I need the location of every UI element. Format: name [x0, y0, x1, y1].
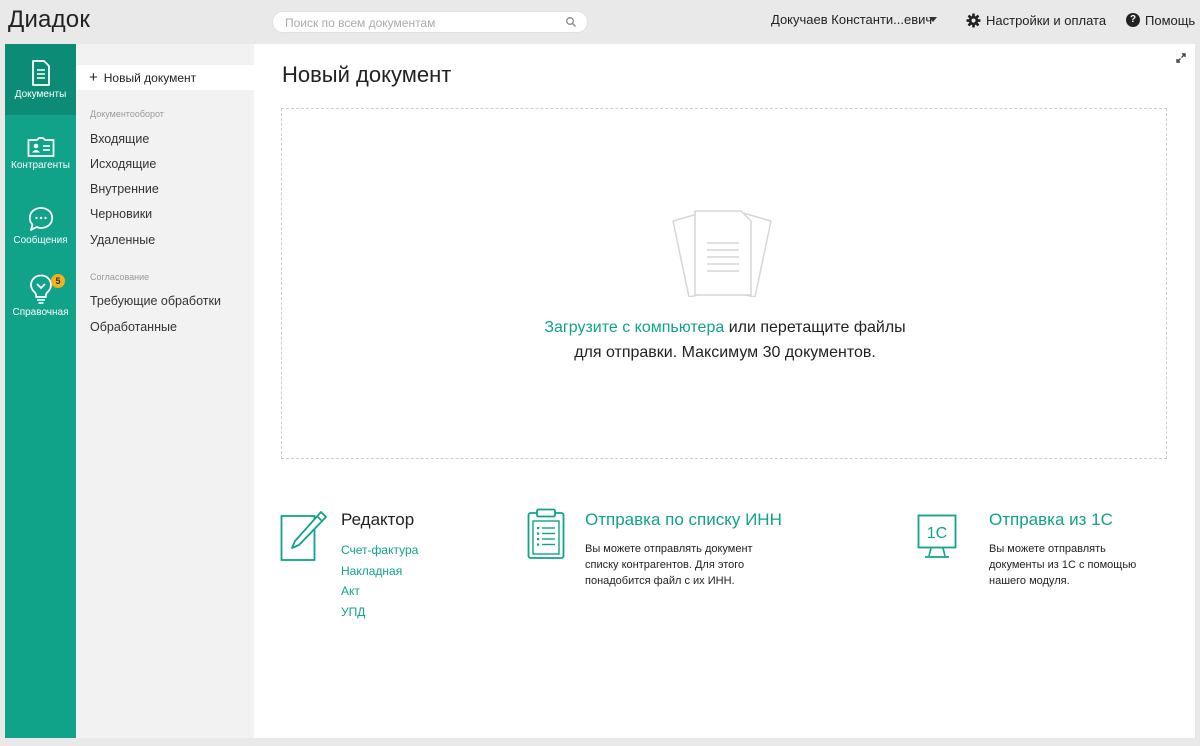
contact-card-icon [27, 137, 54, 157]
documents-stack-icon [672, 210, 772, 297]
nav-item-incoming[interactable]: Входящие [90, 132, 149, 146]
notification-badge: 5 [51, 274, 65, 288]
inn-desc-line: понадобится файл с их ИНН. [585, 575, 735, 587]
search-input[interactable]: Поиск по всем документам [272, 11, 588, 33]
nav-item-requires-processing[interactable]: Требующие обработки [90, 294, 221, 308]
inn-desc-line: списку контрагентов. Для этого [585, 559, 745, 571]
new-document-button[interactable]: + Новый документ [76, 65, 254, 90]
send-from-1c-description: Вы можете отправлять документы из 1С с п… [989, 541, 1136, 589]
nav-item-drafts[interactable]: Черновики [90, 207, 152, 221]
rail-label-reference: Справочная [12, 307, 69, 318]
clipboard-list-icon[interactable] [527, 508, 565, 560]
main-content: Новый документ Загрузите с компьютера ил… [254, 44, 1195, 738]
rail-label-contractors: Контрагенты [11, 160, 70, 171]
nav-item-internal[interactable]: Внутренние [90, 182, 159, 196]
rail-label-messages: Сообщения [13, 235, 68, 246]
nav-item-processed[interactable]: Обработанные [90, 320, 177, 334]
send-by-inn-link[interactable]: Отправка по списку ИНН [585, 510, 782, 530]
help-link[interactable]: ? Помощь [1126, 11, 1195, 29]
chat-bubble-icon [28, 207, 53, 231]
gear-icon [966, 12, 981, 28]
lightbulb-icon [29, 274, 52, 304]
pencil-edit-icon[interactable] [280, 510, 328, 562]
rail-item-reference[interactable]: 5 Справочная [5, 274, 76, 318]
send-by-inn-description: Вы можете отправлять документ списку кон… [585, 541, 753, 589]
editor-link-upd[interactable]: УПД [341, 605, 365, 619]
chevron-down-icon[interactable] [929, 17, 937, 22]
nav-item-outgoing[interactable]: Исходящие [90, 157, 156, 171]
question-icon: ? [1126, 13, 1140, 27]
send-from-1c-link[interactable]: Отправка из 1С [989, 510, 1113, 530]
sub-navigation: + Новый документ Документооборот Входящи… [76, 44, 254, 738]
editor-link-invoice[interactable]: Счет-фактура [341, 543, 418, 557]
plus-icon: + [89, 69, 98, 86]
document-icon [31, 60, 50, 86]
drop-text-rest: или перетащите файлы [724, 319, 906, 336]
file-drop-zone[interactable]: Загрузите с компьютера или перетащите фа… [281, 108, 1167, 459]
user-menu[interactable]: Докучаев Константи...евич [771, 12, 932, 27]
inn-desc-line: Вы можете отправлять документ [585, 543, 753, 555]
main-navigation-rail: Документы Контрагенты Сообщения 5 Справо… [5, 44, 76, 738]
onec-desc-line: документы из 1С с помощью [989, 559, 1137, 571]
editor-title: Редактор [341, 510, 415, 529]
drop-text-line2: для отправки. Максимум 30 документов. [574, 344, 876, 361]
page-title: Новый документ [282, 62, 452, 87]
top-bar: Диадок Поиск по всем документам Докучаев… [0, 0, 1200, 42]
section-label-docflow: Документооборот [90, 109, 164, 119]
editor-link-act[interactable]: Акт [341, 584, 360, 598]
drop-instructions: Загрузите с компьютера или перетащите фа… [282, 315, 1168, 365]
monitor-1c-icon[interactable]: 1С [917, 514, 957, 560]
monitor-1c-text: 1С [927, 525, 947, 542]
settings-label: Настройки и оплата [986, 12, 1107, 28]
settings-link[interactable]: Настройки и оплата [966, 11, 1106, 29]
rail-item-documents[interactable]: Документы [5, 44, 76, 115]
rail-item-messages[interactable]: Сообщения [5, 206, 76, 246]
help-label: Помощь [1145, 12, 1196, 28]
expand-icon[interactable] [1176, 53, 1186, 63]
rail-item-contractors[interactable]: Контрагенты [5, 137, 76, 171]
section-label-approval: Согласование [90, 272, 150, 282]
search-icon[interactable] [565, 16, 577, 28]
app-logo[interactable]: Диадок [8, 6, 90, 34]
onec-desc-line: нашего модуля. [989, 575, 1070, 587]
search-placeholder: Поиск по всем документам [285, 16, 436, 30]
nav-item-deleted[interactable]: Удаленные [90, 233, 155, 247]
new-document-label: Новый документ [103, 70, 197, 85]
rail-label-documents: Документы [14, 89, 67, 100]
editor-link-waybill[interactable]: Накладная [341, 564, 402, 578]
upload-from-computer-link[interactable]: Загрузите с компьютера [544, 319, 724, 336]
onec-desc-line: Вы можете отправлять [989, 543, 1106, 555]
